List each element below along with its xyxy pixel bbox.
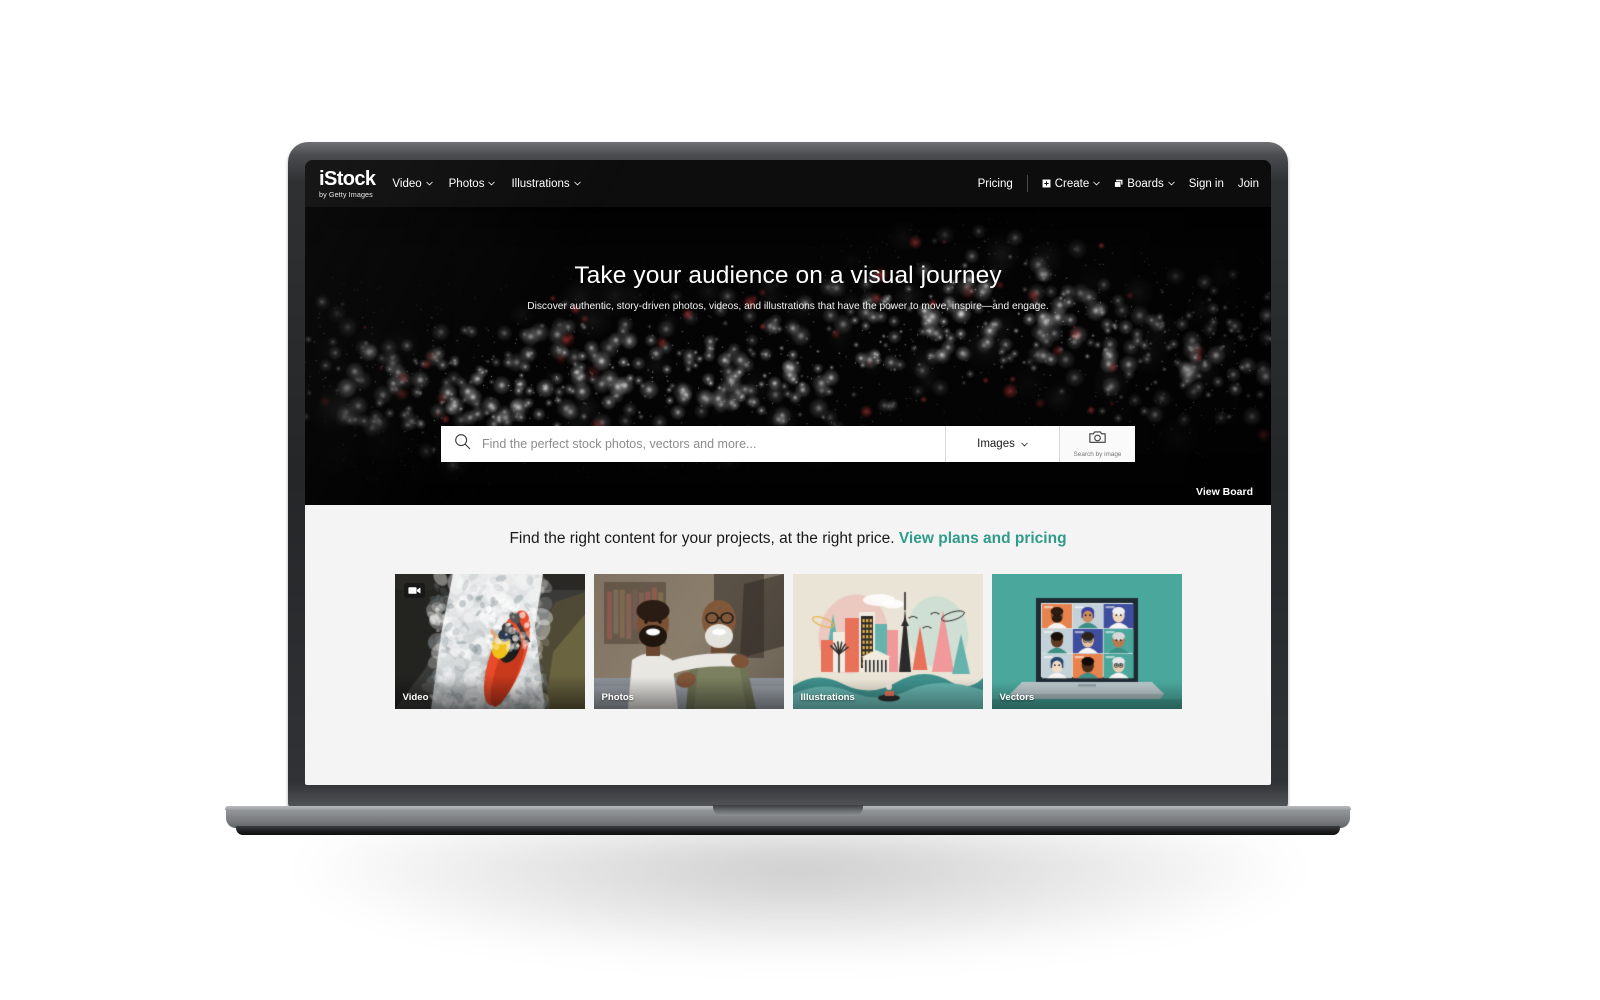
nav-item-label: Create [1054,177,1090,190]
logo-tagline: by Getty Images [319,189,373,199]
laptop-screen-bezel: iStock by Getty Images Video Photos Illu… [305,160,1271,785]
search-by-image-button[interactable]: Search by image [1059,426,1135,462]
nav-item-label: Boards [1127,177,1164,190]
hero-content: Take your audience on a visual journey D… [305,207,1271,312]
card-image-videocall [991,574,1182,709]
primary-nav: Video Photos Illustrations [392,177,581,190]
nav-item-create[interactable]: Create [1042,178,1101,190]
istock-logo[interactable]: iStock by Getty Images [319,167,376,199]
chevron-down-icon [1168,180,1175,187]
logo-wordmark: iStock [319,167,376,190]
view-plans-and-pricing-link[interactable]: View plans and pricing [899,530,1067,547]
nav-item-sign-in[interactable]: Sign in [1189,178,1224,190]
search-input-wrapper[interactable]: Find the perfect stock photos, vectors a… [441,426,945,462]
nav-divider [1026,175,1028,192]
category-card-photos[interactable]: Photos [593,574,784,709]
chevron-down-icon [425,180,433,187]
laptop-base-notch [713,805,863,816]
card-label: Vectors [999,692,1035,703]
chevron-down-icon [1021,441,1028,448]
browser-viewport: iStock by Getty Images Video Photos Illu… [305,160,1271,785]
nav-item-pricing[interactable]: Pricing [978,178,1013,190]
category-card-illustrations[interactable]: Illustrations [792,574,983,709]
card-image-portrait [593,574,784,709]
nav-item-label: Join [1237,177,1259,190]
category-card-video[interactable]: Video [394,574,585,709]
search-input[interactable]: Find the perfect stock photos, vectors a… [482,437,756,451]
content-section: Find the right content for your projects… [305,505,1271,785]
chevron-down-icon [488,180,496,187]
laptop-shadow [300,830,1300,960]
content-heading-text: Find the right content for your projects… [509,530,895,547]
nav-item-photos[interactable]: Photos [449,178,496,190]
category-card-vectors[interactable]: Vectors [991,574,1182,709]
laptop-lid: iStock by Getty Images Video Photos Illu… [288,142,1288,809]
nav-item-label: Sign in [1188,177,1224,190]
nav-item-label: Video [392,177,422,190]
boards-icon [1114,179,1123,188]
search-type-label: Images [977,438,1015,450]
nav-item-video[interactable]: Video [392,177,433,190]
top-navigation-bar: iStock by Getty Images Video Photos Illu… [305,160,1271,207]
search-type-dropdown[interactable]: Images [945,426,1059,462]
laptop-base [225,805,1351,828]
nav-item-boards[interactable]: Boards [1114,177,1175,190]
search-by-image-label: Search by image [1073,451,1122,458]
category-card-grid: Video Photos Illustrations Vectors [305,574,1271,709]
laptop-mockup-scene: iStock by Getty Images Video Photos Illu… [0,0,1600,1000]
chevron-down-icon [573,180,581,187]
plus-square-icon [1042,179,1051,188]
hero-section: Take your audience on a visual journey D… [305,207,1271,505]
content-heading: Find the right content for your projects… [305,530,1271,548]
card-label: Video [402,692,429,703]
card-image-cityscape [792,574,983,709]
nav-item-join[interactable]: Join [1238,178,1259,190]
nav-item-label: Illustrations [511,177,570,190]
search-icon [454,433,471,455]
search-bar: Find the perfect stock photos, vectors a… [441,426,1135,462]
hero-subtitle: Discover authentic, story-driven photos,… [527,301,1049,312]
camera-icon [1089,430,1106,449]
video-camera-icon [403,583,425,598]
view-board-link[interactable]: View Board [1196,486,1253,498]
hero-title: Take your audience on a visual journey [574,262,1002,289]
nav-item-label: Photos [448,177,485,190]
secondary-nav: Pricing Create Boards Sign in Join [978,175,1259,192]
laptop-base-underside [236,826,1340,835]
nav-item-label: Pricing [977,177,1013,190]
card-label: Illustrations [800,692,855,703]
card-label: Photos [601,692,635,703]
chevron-down-icon [1093,180,1100,187]
nav-item-illustrations[interactable]: Illustrations [511,177,581,190]
